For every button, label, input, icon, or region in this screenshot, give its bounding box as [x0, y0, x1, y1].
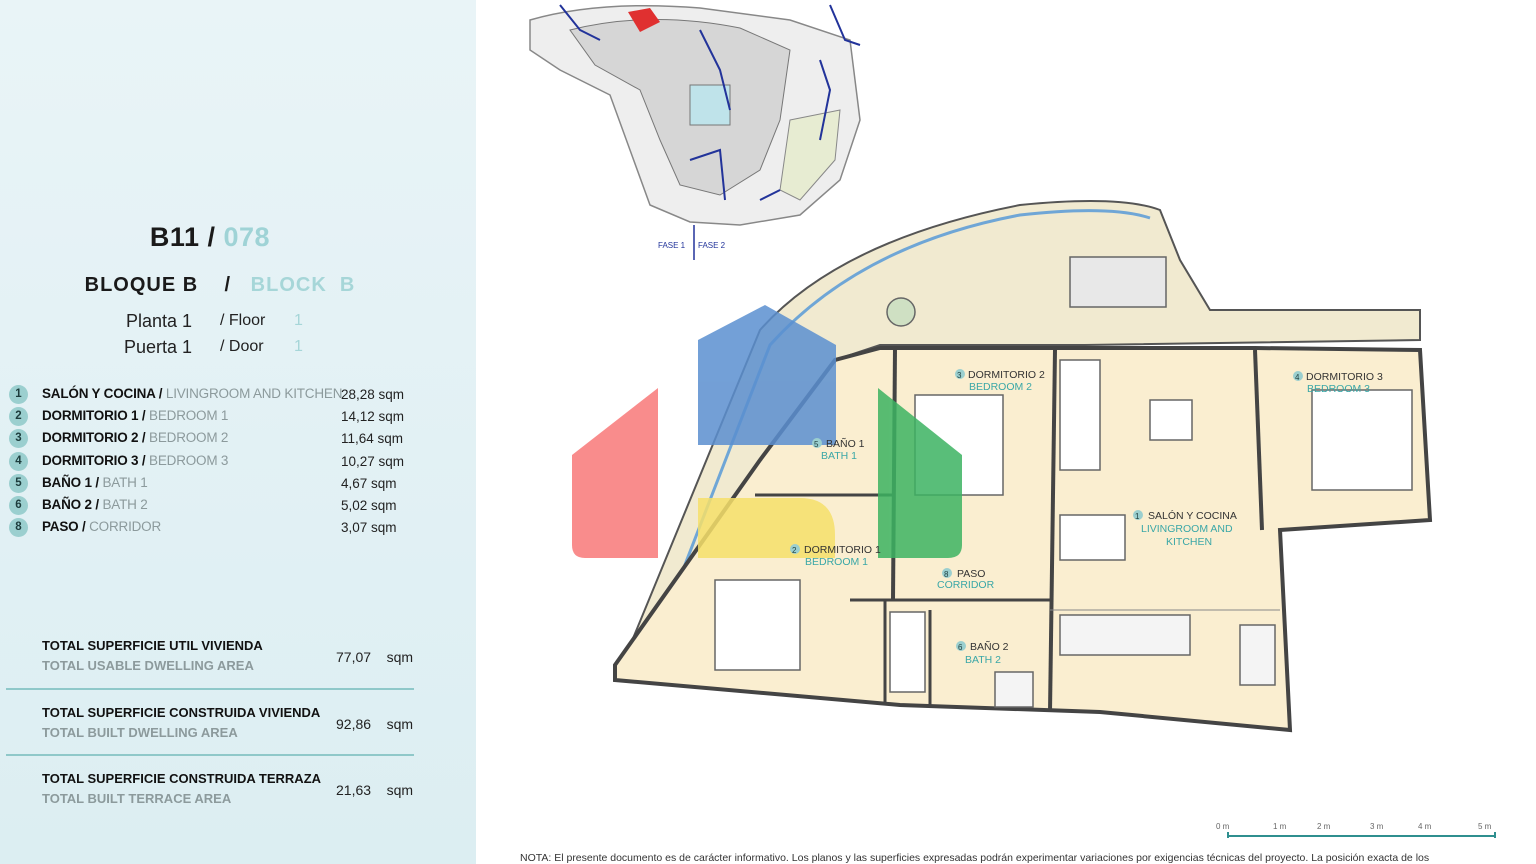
- outdoor-table: [1069, 256, 1167, 308]
- room-number-badge: 8: [9, 518, 28, 538]
- room-row: 6 BAÑO 2 / BATH 2 5,02 sqm: [9, 495, 414, 517]
- scale-1: 1 m: [1273, 822, 1287, 831]
- door-label-en: / Door: [220, 338, 264, 355]
- room-number-badge: 1: [9, 385, 28, 404]
- total-terrace: TOTAL SUPERFICIE CONSTRUIDA TERRAZA TOTA…: [42, 771, 414, 806]
- room-area: 3,07 sqm: [341, 520, 397, 536]
- living-label-en2: KITCHEN: [1166, 536, 1212, 548]
- bath2-label-en: BATH 2: [965, 654, 1001, 666]
- room-number-badge: 6: [9, 496, 28, 515]
- scale-bar: 0 m 1 m 2 m 3 m 4 m 5 m: [1216, 822, 1496, 838]
- room-name: BAÑO 1 / BATH 1: [42, 474, 148, 490]
- bedroom2-label: DORMITORIO 2: [968, 369, 1045, 381]
- phase1-label: FASE 1: [658, 241, 686, 250]
- room-name: DORMITORIO 3 / BEDROOM 3: [42, 452, 229, 468]
- living-label-en: LIVINGROOM AND: [1141, 523, 1233, 535]
- room-row: 8 PASO / CORRIDOR 3,07 sqm: [9, 517, 414, 539]
- divider: [6, 754, 414, 756]
- living-label: SALÓN Y COCINA: [1148, 509, 1237, 522]
- scale-5: 5 m: [1478, 822, 1492, 831]
- room-row: 2 DORMITORIO 1 / BEDROOM 1 14,12 sqm: [9, 406, 414, 428]
- legal-note: NOTA: El presente documento es de caráct…: [520, 852, 1430, 864]
- bedroom1-label-en: BEDROOM 1: [805, 556, 868, 568]
- floor-plan: FASE 1 FASE 2 5 BAÑO 1 BATH 1 2 DORMITOR…: [529, 4, 1496, 838]
- planter: [886, 297, 916, 327]
- scale-4: 4 m: [1418, 822, 1432, 831]
- bath1-label: BAÑO 1: [826, 437, 865, 450]
- room-number-badge: 5: [9, 473, 28, 493]
- room-name: SALÓN Y COCINA / LIVINGROOM AND KITCHEN: [42, 386, 343, 401]
- room-name: BAÑO 2 / BATH 2: [42, 497, 148, 512]
- info-panel: B11 / 078 BLOQUE B / BLOCK B Planta 1 / …: [0, 0, 476, 864]
- corridor-label-en: CORRIDOR: [937, 579, 995, 591]
- room-area: 28,28 sqm: [341, 387, 405, 402]
- bedroom1-label: DORMITORIO 1: [804, 544, 881, 556]
- bath1-label-en: BATH 1: [821, 450, 857, 462]
- room-row: 5 BAÑO 1 / BATH 1 4,67 sqm: [9, 473, 414, 495]
- bedroom3-label-en: BEDROOM 3: [1307, 383, 1370, 395]
- door-label: Puerta 1: [124, 337, 193, 357]
- room-area: 4,67 sqm: [341, 475, 397, 491]
- room-area: 10,27 sqm: [341, 453, 405, 469]
- scale-3: 3 m: [1370, 822, 1384, 831]
- unit-number: 078: [223, 222, 271, 252]
- unit-code: B11 / 078: [149, 222, 271, 252]
- scale-2: 2 m: [1317, 822, 1331, 831]
- room-area: 5,02 sqm: [341, 498, 397, 513]
- bedroom1-number: 2: [792, 546, 797, 555]
- door-number-en: 1: [294, 338, 303, 355]
- bedroom2-label-en: BEDROOM 2: [969, 381, 1032, 393]
- bedroom3-number: 4: [1295, 373, 1300, 382]
- room-area: 14,12 sqm: [341, 409, 405, 425]
- living-number: 1: [1135, 512, 1140, 521]
- bath1-number: 5: [814, 440, 819, 449]
- room-number-badge: 4: [9, 451, 28, 471]
- bath2-number: 6: [958, 643, 963, 652]
- floor-label-en: / Floor: [220, 312, 266, 329]
- room-name: DORMITORIO 2 / BEDROOM 2: [42, 430, 229, 446]
- floor-label: Planta 1: [126, 311, 193, 331]
- divider: [6, 688, 414, 690]
- bedroom2-number: 3: [957, 371, 962, 380]
- bath2-label: BAÑO 2: [970, 640, 1009, 653]
- total-usable: TOTAL SUPERFICIE UTIL VIVIENDA TOTAL USA…: [42, 638, 414, 673]
- total-built: TOTAL SUPERFICIE CONSTRUIDA VIVIENDA TOT…: [42, 705, 414, 740]
- room-number-badge: 3: [9, 429, 28, 449]
- phase2-label: FASE 2: [698, 241, 726, 250]
- floor-number-en: 1: [294, 312, 303, 329]
- room-row: 1 SALÓN Y COCINA / LIVINGROOM AND KITCHEN…: [9, 384, 414, 406]
- scale-0: 0 m: [1216, 822, 1230, 831]
- room-name: PASO / CORRIDOR: [42, 519, 162, 535]
- block-heading: BLOQUE B / BLOCK B: [84, 274, 356, 296]
- corridor-number: 8: [944, 570, 949, 579]
- site-plan: FASE 1 FASE 2: [529, 4, 861, 260]
- room-area: 11,64 sqm: [341, 431, 404, 447]
- room-row: 3 DORMITORIO 2 / BEDROOM 2 11,64 sqm: [9, 428, 414, 450]
- room-row: 4 DORMITORIO 3 / BEDROOM 3 10,27 sqm: [9, 451, 414, 473]
- room-name: DORMITORIO 1 / BEDROOM 1: [42, 408, 229, 424]
- room-number-badge: 2: [9, 407, 28, 427]
- bedroom3-label: DORMITORIO 3: [1306, 371, 1383, 383]
